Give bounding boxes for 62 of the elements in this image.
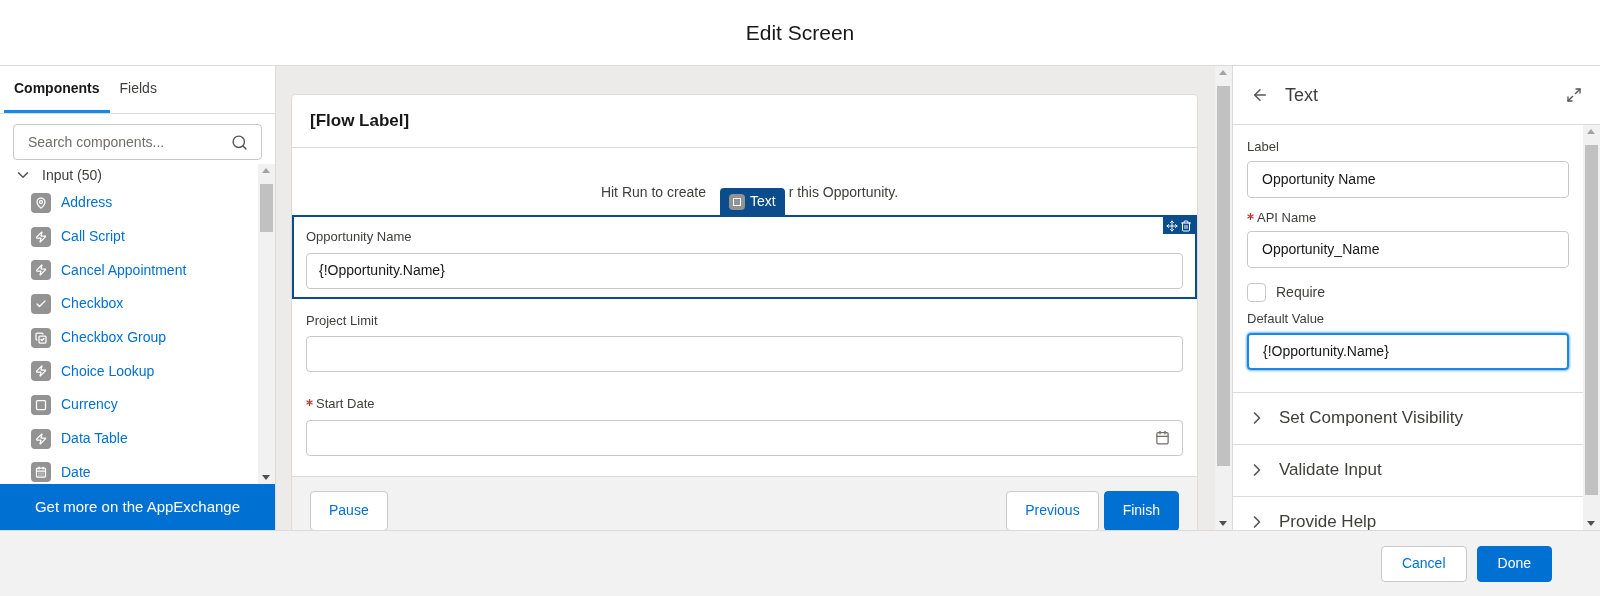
move-delete-toolbar[interactable] [1163, 217, 1195, 234]
calendar-icon [31, 462, 51, 483]
group-label: Input (50) [42, 165, 102, 185]
scrollbar[interactable] [1215, 66, 1232, 530]
nav-button[interactable]: Finish [1103, 490, 1179, 530]
cancel-button[interactable]: Cancel [1380, 545, 1467, 582]
field-label: Default Value [1247, 310, 1325, 328]
component-link[interactable]: Address [61, 192, 113, 214]
window-title: Edit Screen [745, 19, 855, 46]
lightning-icon [31, 428, 51, 449]
calendar-icon[interactable] [1155, 430, 1170, 445]
move-icon[interactable] [1166, 219, 1178, 232]
field-label: Start Date [306, 394, 375, 414]
field-label: Label [1247, 138, 1279, 156]
lightning-icon [31, 260, 51, 281]
tab[interactable]: Fields [109, 66, 167, 113]
appexchange-button[interactable]: Get more on the AppExchange [0, 484, 275, 530]
selected-field-section[interactable]: Opportunity Name {!Opportunity.Name} [292, 215, 1197, 299]
checkbox[interactable] [1247, 283, 1266, 302]
field-label: Project Limit [306, 311, 378, 330]
component-link[interactable]: Call Script [61, 226, 125, 248]
checkbox-group-icon [31, 327, 51, 348]
component-link[interactable]: Cancel Appointment [61, 259, 187, 281]
pause-button[interactable]: Pause [310, 490, 388, 530]
card-title: [Flow Label] [310, 110, 410, 133]
selected-badge[interactable]: Text [719, 188, 785, 215]
text-component-icon [728, 193, 745, 210]
search-icon [231, 134, 248, 151]
intro-text: Hit Run to create [600, 183, 706, 202]
scrollbar[interactable] [1583, 125, 1600, 530]
checkmark-icon [31, 293, 51, 314]
input-field[interactable]: Opportunity_Name [1247, 231, 1569, 268]
pin-icon [31, 192, 51, 213]
component-link[interactable]: Data Table [61, 428, 128, 450]
component-link[interactable]: Choice Lookup [61, 360, 155, 382]
input-field[interactable]: {!Opportunity.Name} [1247, 332, 1569, 370]
search-field[interactable]: Search components... [13, 124, 262, 160]
field-label: API Name [1247, 207, 1317, 227]
square-icon [31, 394, 51, 415]
required-asterisk-icon [306, 399, 313, 407]
checkbox-label: Require [1276, 283, 1326, 302]
expand-icon[interactable] [1566, 87, 1582, 103]
input-field[interactable]: {!Opportunity.Name} [306, 252, 1183, 289]
lightning-icon [31, 226, 51, 247]
lightning-icon [31, 361, 51, 382]
input-field[interactable] [306, 336, 1183, 372]
component-link[interactable]: Checkbox Group [61, 327, 167, 349]
scrollbar[interactable] [258, 164, 275, 484]
required-asterisk-icon [1247, 212, 1254, 220]
input-field[interactable] [306, 419, 1183, 456]
component-link[interactable]: Date [61, 461, 91, 483]
panel-title: Text [1285, 83, 1319, 107]
intro-text: r this Opportunity. [788, 183, 899, 202]
nav-button[interactable]: Previous [1006, 490, 1099, 530]
tab[interactable]: Components [4, 66, 110, 113]
component-link[interactable]: Checkbox [61, 293, 124, 315]
component-link[interactable]: Currency [61, 394, 118, 416]
field-label: Opportunity Name [306, 228, 412, 246]
back-icon[interactable] [1251, 86, 1269, 104]
done-button[interactable]: Done [1476, 545, 1552, 582]
delete-icon[interactable] [1180, 219, 1192, 232]
input-field[interactable]: Opportunity Name [1247, 160, 1569, 198]
